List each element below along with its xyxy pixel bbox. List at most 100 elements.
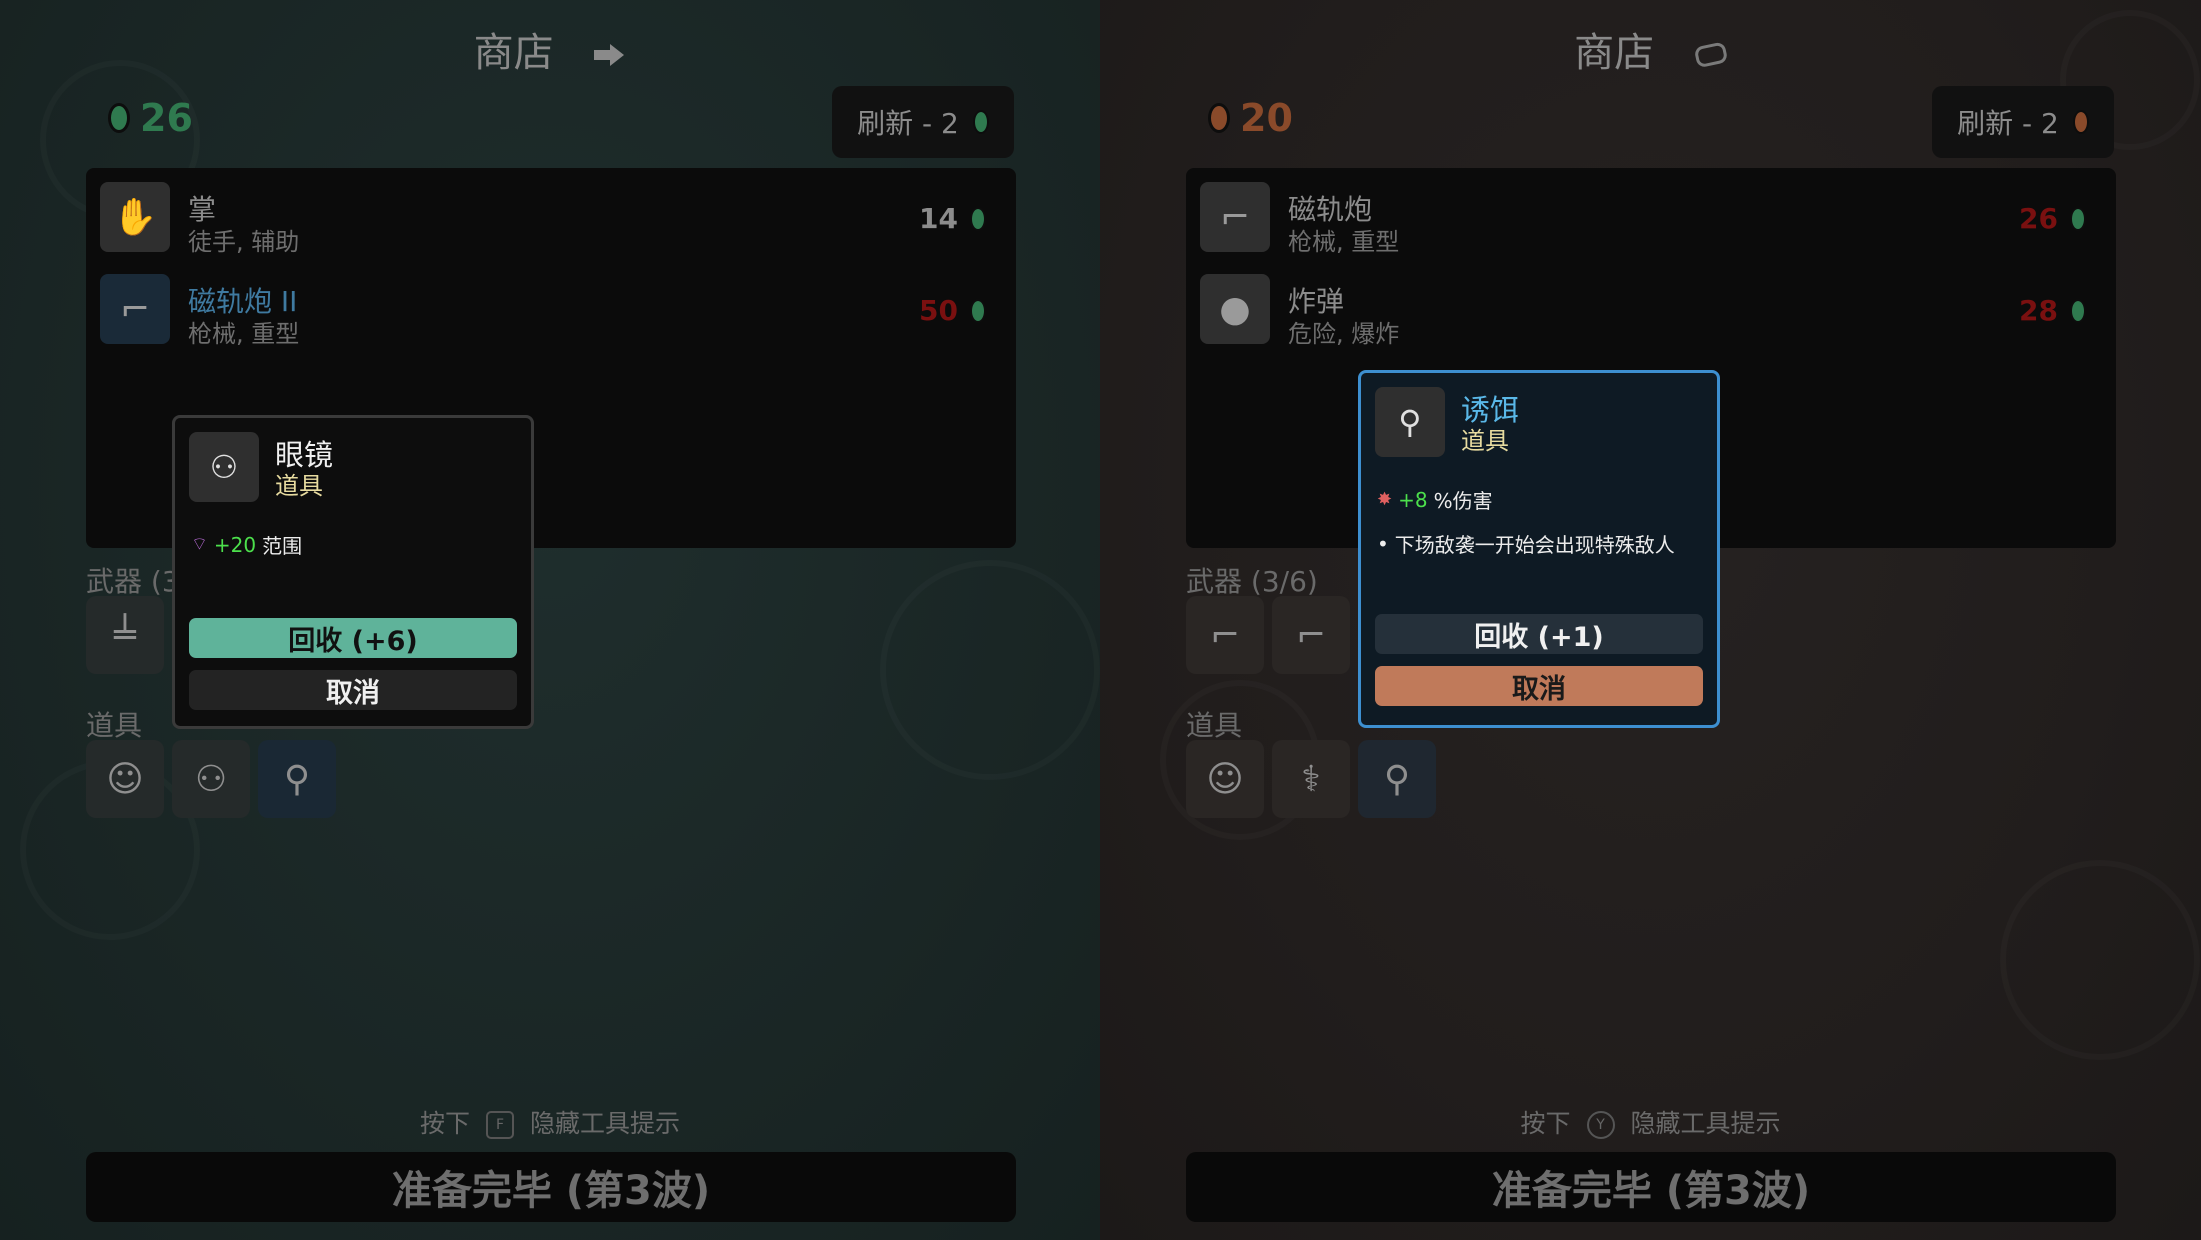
item-price-value: 14 (919, 202, 958, 235)
item-tags: 枪械, 重型 (1288, 228, 1400, 256)
stat-label: %伤害 (1433, 489, 1493, 513)
range-icon: ⌔ (191, 534, 208, 555)
hint-suffix: 隐藏工具提示 (1630, 1109, 1781, 1138)
item-slot-glasses[interactable]: ⚇ (172, 740, 250, 818)
stat-label: 范围 (262, 534, 303, 558)
ready-button[interactable]: 准备完毕 (第3波) (1186, 1152, 2116, 1222)
item-slot-decoy[interactable]: ⚲ (1358, 740, 1436, 818)
item-price: 14 (919, 202, 986, 235)
shop-item[interactable]: ● 炸弹 危险, 爆炸 28 (1200, 274, 2100, 350)
ready-button[interactable]: 准备完毕 (第3波) (86, 1152, 1016, 1222)
character-portrait-icon: ☺ (1206, 758, 1244, 800)
weapon-slot-shotgun[interactable]: ╧ (86, 596, 164, 674)
glasses-icon: ⚇ (189, 432, 259, 502)
coin-icon (1208, 103, 1230, 133)
hint-prefix: 按下 (420, 1109, 471, 1138)
coin-icon (970, 206, 986, 231)
controller-button-icon[interactable] (1693, 42, 1727, 68)
item-price-value: 26 (2019, 202, 2058, 235)
glasses-icon: ⚇ (194, 758, 228, 800)
decoy-icon: ⚲ (283, 758, 311, 800)
tooltip-item-type: 道具 (1461, 427, 1509, 455)
keyboard-key-icon: F (486, 1111, 514, 1139)
controller-y-button-icon: Y (1586, 1111, 1615, 1139)
item-tooltip: ⚲ 诱饵 道具 ✸ +8 %伤害 • 下场敌袭一开始会出现特殊敌人 回收 (+1… (1358, 370, 1720, 728)
shotgun-icon: ╧ (114, 614, 136, 656)
item-price-value: 50 (919, 294, 958, 327)
stat-value: +20 (213, 532, 257, 557)
shop-item[interactable]: ⌐ 磁轨炮 II 枪械, 重型 50 (100, 274, 1000, 350)
coin-icon (2070, 298, 2086, 323)
shop-title-text: 商店 (1574, 30, 1655, 76)
currency-amount: 20 (1240, 96, 1293, 140)
weapons-section-label: 武器 (3/6) (1186, 565, 1318, 598)
item-slots: ☺ ⚕ ⚲ (1186, 740, 1436, 818)
weapon-slot-railgun[interactable]: ⌐ (1186, 596, 1264, 674)
tooltip-effect: • 下场敌袭一开始会出现特殊敌人 (1377, 529, 1675, 558)
cancel-button[interactable]: 取消 (1375, 666, 1703, 706)
refresh-label: 刷新 - 2 (1957, 107, 2059, 140)
currency-display: 26 (108, 96, 193, 140)
coin-icon (108, 103, 130, 133)
character-portrait-icon: ☺ (106, 758, 144, 800)
shop-title-text: 商店 (473, 30, 554, 76)
shop-item[interactable]: ⌐ 磁轨炮 枪械, 重型 26 (1200, 182, 2100, 258)
tooltip-item-type: 道具 (275, 472, 323, 500)
weapon-slots: ⌐ ⌐ (1186, 596, 1350, 674)
decoy-icon: ⚲ (1383, 758, 1411, 800)
refresh-label: 刷新 - 2 (857, 107, 959, 140)
railgun-icon: ⌐ (1209, 614, 1241, 656)
cancel-button[interactable]: 取消 (189, 670, 517, 710)
coin-icon (2072, 110, 2089, 134)
coin-icon (970, 298, 986, 323)
player1-shop-panel: 商店 26 刷新 - 2 ✋ 掌 徒手, 辅助 14 ⌐ 磁轨炮 II 枪械, … (0, 0, 1100, 1240)
railgun-icon: ⌐ (100, 274, 170, 344)
shop-title: 商店 (0, 20, 1100, 78)
items-section-label: 道具 (86, 709, 143, 742)
tooltip-stat: ✸ +8 %伤害 (1377, 485, 1493, 514)
weapon-slot-railgun[interactable]: ⌐ (1272, 596, 1350, 674)
hint-suffix: 隐藏工具提示 (529, 1109, 680, 1138)
coin-icon (972, 110, 989, 134)
damage-icon: ✸ (1377, 489, 1393, 510)
currency-amount: 26 (140, 96, 193, 140)
arrow-right-icon[interactable] (592, 42, 626, 68)
shop-item[interactable]: ✋ 掌 徒手, 辅助 14 (100, 182, 1000, 258)
bullet-icon: • (1377, 531, 1389, 556)
recycle-button[interactable]: 回收 (+1) (1375, 614, 1703, 654)
refresh-button[interactable]: 刷新 - 2 (1932, 86, 2114, 158)
item-slot-syringe[interactable]: ⚕ (1272, 740, 1350, 818)
weapon-slots: ╧ (86, 596, 164, 674)
item-price: 50 (919, 294, 986, 327)
recycle-button[interactable]: 回收 (+6) (189, 618, 517, 658)
item-slots: ☺ ⚇ ⚲ (86, 740, 336, 818)
railgun-icon: ⌐ (1295, 614, 1327, 656)
tooltip-hint: 按下 F 隐藏工具提示 (0, 1104, 1100, 1140)
item-price-value: 28 (2019, 294, 2058, 327)
item-slot-decoy[interactable]: ⚲ (258, 740, 336, 818)
items-section-label: 道具 (1186, 709, 1243, 742)
effect-text: 下场敌袭一开始会出现特殊敌人 (1394, 533, 1675, 557)
hint-prefix: 按下 (1520, 1109, 1571, 1138)
background-decoration (2000, 860, 2200, 1060)
item-slot-character[interactable]: ☺ (1186, 740, 1264, 818)
shop-title: 商店 (1100, 20, 2201, 78)
item-price: 26 (2019, 202, 2086, 235)
background-decoration (880, 560, 1100, 780)
item-tags: 危险, 爆炸 (1288, 320, 1400, 348)
stat-value: +8 (1398, 487, 1428, 512)
tooltip-hint: 按下 Y 隐藏工具提示 (1100, 1104, 2201, 1140)
item-tooltip: ⚇ 眼镜 道具 ⌔ +20 范围 回收 (+6) 取消 (172, 415, 534, 729)
item-price: 28 (2019, 294, 2086, 327)
item-tags: 徒手, 辅助 (188, 228, 300, 256)
currency-display: 20 (1208, 96, 1293, 140)
railgun-icon: ⌐ (1200, 182, 1270, 252)
decoy-icon: ⚲ (1375, 387, 1445, 457)
tooltip-stat: ⌔ +20 范围 (191, 530, 302, 559)
coin-icon (2070, 206, 2086, 231)
refresh-button[interactable]: 刷新 - 2 (832, 86, 1014, 158)
syringe-icon: ⚕ (1301, 758, 1321, 800)
bomb-icon: ● (1200, 274, 1270, 344)
item-slot-character[interactable]: ☺ (86, 740, 164, 818)
item-tags: 枪械, 重型 (188, 320, 300, 348)
